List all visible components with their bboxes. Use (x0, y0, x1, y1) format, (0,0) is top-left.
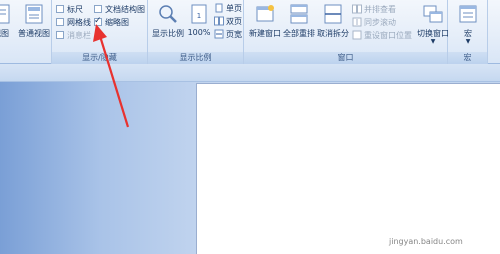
svg-text:1: 1 (197, 12, 201, 20)
macros-icon (459, 5, 477, 23)
page-width-label: 页宽 (226, 30, 242, 39)
draft-view-icon (0, 4, 10, 24)
zoom-group: 显示比例 1 100% 单页 双页 页宽 显示比例 (148, 0, 244, 64)
side-by-side-icon (352, 4, 362, 14)
switch-windows-label: 切换窗口 (417, 29, 449, 38)
sync-scroll-label: 同步滚动 (364, 18, 396, 27)
message-bar-checkbox[interactable]: 消息栏 (56, 30, 91, 42)
zoom-button[interactable]: 显示比例 (150, 2, 186, 50)
normal-view-label: 普通视图 (18, 29, 50, 38)
split-icon (324, 4, 342, 24)
two-pages-icon (214, 16, 224, 26)
remove-split-label: 取消拆分 (317, 29, 349, 38)
sync-scroll-icon (352, 17, 362, 27)
two-pages-label: 双页 (226, 17, 242, 26)
macros-button[interactable]: 宏 ▼ (452, 2, 484, 50)
zoom-100-button[interactable]: 1 100% (186, 2, 212, 50)
message-bar-label: 消息栏 (67, 31, 91, 40)
gridlines-checkbox[interactable]: 网格线 (56, 17, 91, 29)
switch-windows-button[interactable]: 切换窗口 ▼ (416, 2, 450, 50)
zoom-group-label: 显示比例 (148, 52, 243, 64)
page-100-icon: 1 (191, 4, 207, 24)
ruler-checkbox-box[interactable] (56, 5, 64, 13)
doc-map-checkbox-box[interactable] (94, 5, 102, 13)
doc-map-label: 文档结构图 (105, 5, 145, 14)
zoom-100-label: 100% (187, 28, 211, 37)
side-by-side-label: 并排查看 (364, 5, 396, 14)
normal-view-button[interactable]: 普通视图 (14, 2, 54, 50)
one-page-icon (215, 3, 223, 13)
reset-position-icon (352, 30, 362, 40)
magnifier-icon (159, 5, 177, 23)
new-window-label: 新建窗口 (249, 29, 281, 38)
remove-split-button[interactable]: 取消拆分 (316, 2, 350, 50)
thumbnails-checkbox-box[interactable] (94, 15, 102, 27)
chevron-down-icon: ▼ (430, 38, 436, 45)
arrange-all-button[interactable]: 全部重排 (282, 2, 316, 50)
show-hide-group-label: 显示/隐藏 (52, 52, 147, 64)
document-views-group: 视图 普通视图 (0, 0, 52, 64)
watermark: Baidu经验 jingyan.baidu.com (383, 196, 498, 246)
show-hide-group: 标尺 网格线 消息栏 文档结构图 缩略图 显示/隐藏 (52, 0, 148, 64)
ribbon: 视图 普通视图 标尺 网格线 消息栏 文档结构图 缩略图 显示/隐藏 显示比例 … (0, 0, 500, 64)
macros-label: 宏 (464, 29, 472, 38)
synchronous-scrolling-button[interactable]: 同步滚动 (352, 17, 396, 29)
two-pages-button[interactable]: 双页 (214, 16, 242, 28)
message-bar-checkbox-box[interactable] (56, 31, 64, 39)
new-window-button[interactable]: 新建窗口 (248, 2, 282, 50)
gridlines-checkbox-box[interactable] (56, 18, 64, 26)
zoom-label: 显示比例 (152, 29, 184, 38)
page-width-icon (214, 29, 224, 39)
ruler-checkbox[interactable]: 标尺 (56, 4, 83, 16)
page-width-button[interactable]: 页宽 (214, 29, 242, 41)
macros-group-label: 宏 (448, 52, 487, 64)
ribbon-bottom-bar (0, 64, 500, 82)
reset-window-position-button[interactable]: 重设窗口位置 (352, 30, 412, 42)
window-group: 新建窗口 全部重排 取消拆分 并排查看 同步滚动 重设窗口位置 切换窗口 ▼ 窗… (244, 0, 450, 64)
doc-map-checkbox[interactable]: 文档结构图 (94, 4, 145, 16)
gridlines-label: 网格线 (67, 18, 91, 27)
arrange-all-icon (290, 4, 308, 24)
reset-position-label: 重设窗口位置 (364, 31, 412, 40)
watermark-url: jingyan.baidu.com (389, 237, 463, 246)
view-side-by-side-button[interactable]: 并排查看 (352, 4, 396, 16)
draft-view-label: 视图 (0, 29, 9, 38)
ruler-label: 标尺 (67, 5, 83, 14)
thumbnails-checkbox[interactable]: 缩略图 (94, 15, 129, 29)
window-group-label: 窗口 (244, 52, 447, 64)
chevron-down-icon: ▼ (465, 38, 471, 45)
switch-windows-icon (423, 5, 443, 23)
one-page-button[interactable]: 单页 (214, 3, 242, 15)
arrange-all-label: 全部重排 (283, 29, 315, 38)
watermark-text: Baidu经验 (383, 200, 488, 224)
normal-view-icon (25, 4, 43, 24)
new-window-icon (256, 5, 274, 22)
macros-group: 宏 ▼ 宏 (448, 0, 488, 64)
thumbnails-label: 缩略图 (105, 18, 129, 27)
one-page-label: 单页 (226, 4, 242, 13)
